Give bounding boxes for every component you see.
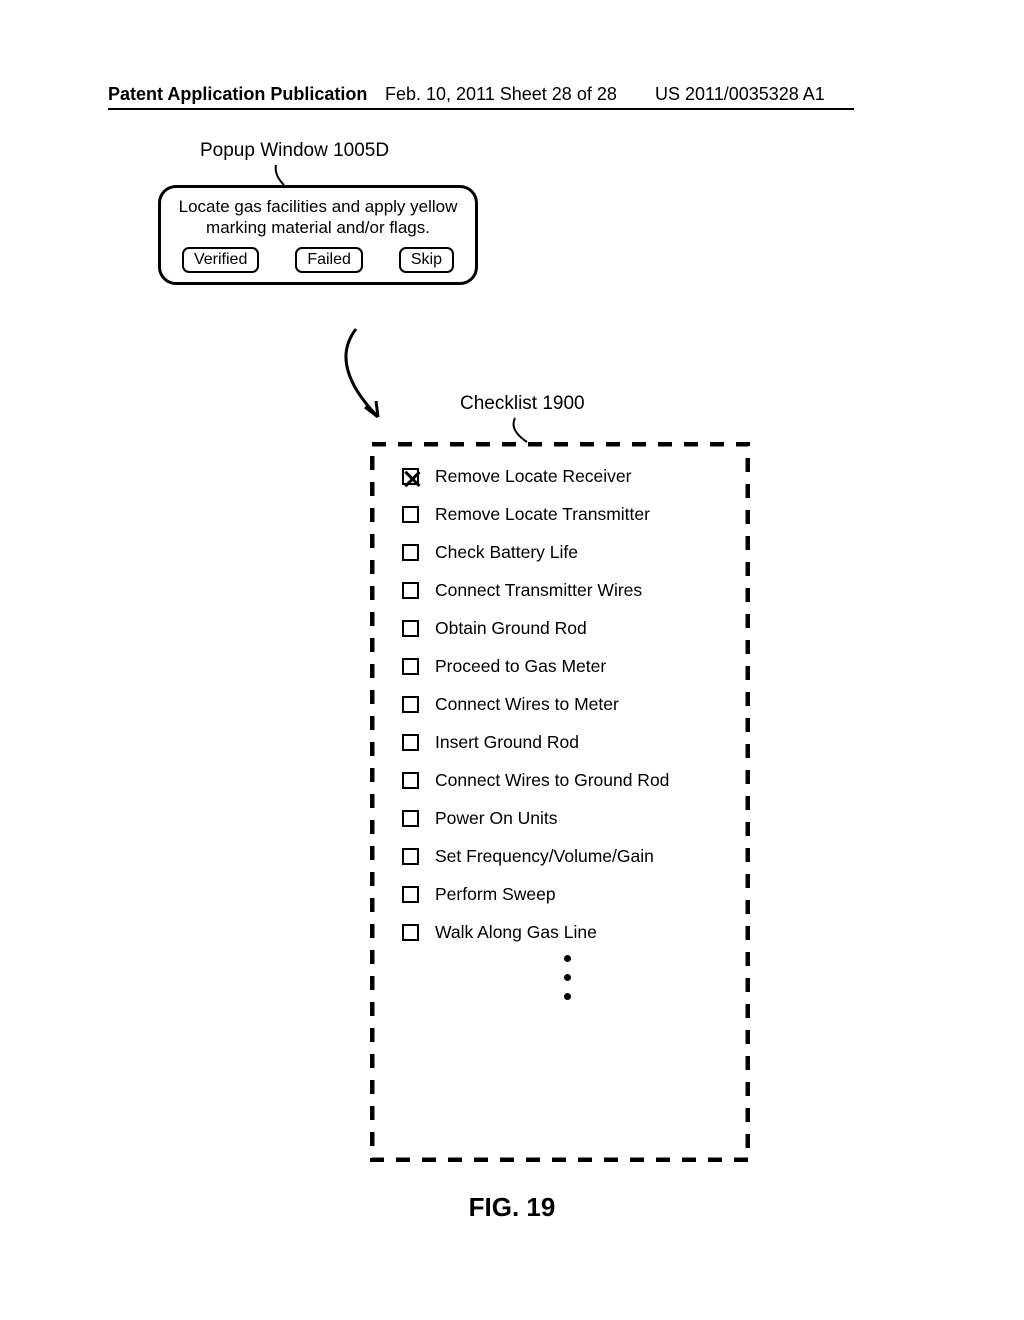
checklist-panel: Remove Locate Receiver Remove Locate Tran…: [370, 442, 750, 1162]
header-pub-number: US 2011/0035328 A1: [655, 84, 825, 105]
checklist-item-label: Perform Sweep: [435, 884, 556, 905]
checklist-item[interactable]: Connect Wires to Meter: [402, 694, 732, 715]
checklist-item[interactable]: Insert Ground Rod: [402, 732, 732, 753]
checkbox-icon[interactable]: [402, 468, 419, 485]
checklist-item[interactable]: Connect Transmitter Wires: [402, 580, 732, 601]
checklist-item[interactable]: Walk Along Gas Line: [402, 922, 732, 943]
checkbox-icon[interactable]: [402, 658, 419, 675]
header-divider: [108, 108, 854, 110]
checkbox-icon[interactable]: [402, 772, 419, 789]
checklist-item[interactable]: Proceed to Gas Meter: [402, 656, 732, 677]
checkbox-icon[interactable]: [402, 848, 419, 865]
checklist-item-label: Connect Transmitter Wires: [435, 580, 642, 601]
ellipsis-icon: [402, 955, 732, 1000]
checkbox-icon[interactable]: [402, 886, 419, 903]
checklist-item[interactable]: Set Frequency/Volume/Gain: [402, 846, 732, 867]
popup-instruction-text: Locate gas facilities and apply yellow m…: [169, 196, 467, 239]
checklist-item[interactable]: Perform Sweep: [402, 884, 732, 905]
checklist-label: Checklist 1900: [460, 393, 585, 415]
checklist-item-label: Walk Along Gas Line: [435, 922, 597, 943]
popup-leader-line: [272, 163, 296, 187]
checklist-item-container: Remove Locate Receiver Remove Locate Tran…: [370, 442, 750, 1022]
checklist-item-label: Proceed to Gas Meter: [435, 656, 606, 677]
checkbox-icon[interactable]: [402, 924, 419, 941]
checklist-item[interactable]: Check Battery Life: [402, 542, 732, 563]
checkbox-icon[interactable]: [402, 582, 419, 599]
checkbox-icon[interactable]: [402, 734, 419, 751]
flow-arrow-icon: [318, 325, 398, 425]
checklist-item-label: Connect Wires to Ground Rod: [435, 770, 669, 791]
checklist-item-label: Connect Wires to Meter: [435, 694, 619, 715]
checklist-item-label: Set Frequency/Volume/Gain: [435, 846, 654, 867]
checkbox-icon[interactable]: [402, 696, 419, 713]
popup-button-row: Verified Failed Skip: [169, 247, 467, 273]
skip-button[interactable]: Skip: [399, 247, 454, 273]
header-publication: Patent Application Publication: [108, 84, 367, 105]
checkbox-icon[interactable]: [402, 544, 419, 561]
checklist-item[interactable]: Remove Locate Transmitter: [402, 504, 732, 525]
failed-button[interactable]: Failed: [295, 247, 363, 273]
checklist-item-label: Remove Locate Receiver: [435, 466, 631, 487]
checkbox-icon[interactable]: [402, 620, 419, 637]
checklist-item-label: Power On Units: [435, 808, 558, 829]
checklist-item-label: Insert Ground Rod: [435, 732, 579, 753]
checklist-item[interactable]: Power On Units: [402, 808, 732, 829]
checklist-item[interactable]: Connect Wires to Ground Rod: [402, 770, 732, 791]
checklist-item-label: Obtain Ground Rod: [435, 618, 587, 639]
popup-window-label: Popup Window 1005D: [200, 140, 389, 162]
header-date-sheet: Feb. 10, 2011 Sheet 28 of 28: [385, 84, 617, 105]
checklist-item[interactable]: Obtain Ground Rod: [402, 618, 732, 639]
patent-figure-page: Patent Application Publication Feb. 10, …: [0, 0, 1024, 1320]
popup-window: Locate gas facilities and apply yellow m…: [158, 185, 478, 285]
checkbox-icon[interactable]: [402, 810, 419, 827]
checklist-leader-line: [505, 414, 535, 444]
figure-caption: FIG. 19: [0, 1192, 1024, 1223]
checklist-item[interactable]: Remove Locate Receiver: [402, 466, 732, 487]
checkbox-icon[interactable]: [402, 506, 419, 523]
checklist-item-label: Remove Locate Transmitter: [435, 504, 650, 525]
checklist-item-label: Check Battery Life: [435, 542, 578, 563]
verified-button[interactable]: Verified: [182, 247, 259, 273]
